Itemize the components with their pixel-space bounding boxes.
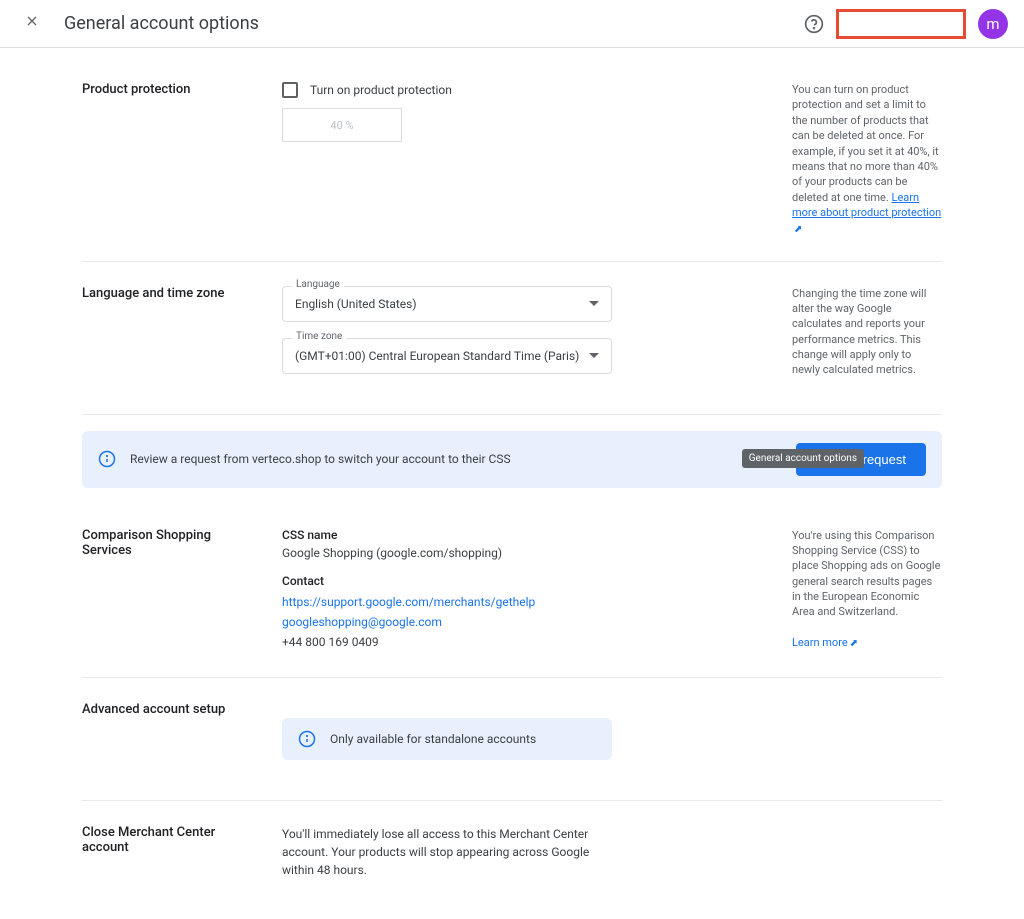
close-account-text: You'll immediately lose all access to th… [282, 825, 622, 879]
section-label: Advanced account setup [82, 702, 262, 776]
section-help-text: Changing the time zone will alter the wa… [792, 286, 942, 390]
chevron-down-icon [589, 353, 599, 358]
section-label: Close Merchant Center account [82, 825, 262, 879]
contact-email-link[interactable]: googleshopping@google.com [282, 615, 442, 629]
css-name-value: Google Shopping (google.com/shopping) [282, 546, 772, 560]
section-main: CSS name Google Shopping (google.com/sho… [282, 528, 772, 653]
percent-input[interactable]: 40 % [282, 108, 402, 142]
advanced-info-banner: Only available for standalone accounts [282, 718, 612, 760]
field-label: Time zone [292, 331, 346, 342]
section-advanced: Advanced account setup Only available fo… [82, 678, 942, 801]
learn-more-link[interactable]: Learn more ⬈ [792, 636, 858, 649]
section-help-text: You can turn on product protection and s… [792, 82, 942, 237]
timezone-select[interactable]: (GMT+01:00) Central European Standard Ti… [282, 338, 612, 374]
close-button[interactable] [16, 5, 48, 42]
select-value: English (United States) [295, 297, 417, 311]
close-icon [24, 13, 40, 29]
external-link-icon: ⬈ [794, 223, 802, 237]
chevron-down-icon [589, 301, 599, 306]
info-icon [98, 450, 116, 468]
content-area: Product protection Turn on product prote… [82, 48, 942, 919]
contact-phone: +44 800 169 0409 [282, 635, 379, 649]
header-actions: m [804, 9, 1008, 39]
highlight-annotation [836, 9, 966, 39]
section-help-text: You're using this Comparison Shopping Se… [792, 528, 942, 653]
language-field-wrap: Language English (United States) [282, 286, 772, 322]
info-icon [298, 730, 316, 748]
contact-label: Contact [282, 574, 772, 588]
section-product-protection: Product protection Turn on product prote… [82, 58, 942, 262]
banner-text: Review a request from verteco.shop to sw… [130, 452, 782, 466]
section-main: Only available for standalone accounts [282, 702, 772, 776]
contact-url-link[interactable]: https://support.google.com/merchants/get… [282, 595, 535, 609]
section-help-text [792, 825, 942, 879]
select-value: (GMT+01:00) Central European Standard Ti… [295, 349, 579, 363]
external-link-icon: ⬈ [850, 637, 858, 651]
language-select[interactable]: English (United States) [282, 286, 612, 322]
page-header: General account options m [0, 0, 1024, 48]
contact-links: https://support.google.com/merchants/get… [282, 592, 772, 653]
section-language-timezone: Language and time zone Language English … [82, 262, 942, 415]
help-text: You're using this Comparison Shopping Se… [792, 529, 940, 619]
banner-text: Only available for standalone accounts [330, 732, 596, 746]
help-text: You can turn on product protection and s… [792, 83, 939, 204]
section-main: You'll immediately lose all access to th… [282, 825, 772, 879]
tooltip-badge: General account options [742, 449, 864, 468]
section-close-account: Close Merchant Center account You'll imm… [82, 801, 942, 879]
timezone-field-wrap: Time zone (GMT+01:00) Central European S… [282, 338, 772, 374]
help-text: Changing the time zone will alter the wa… [792, 287, 926, 377]
section-label: Language and time zone [82, 286, 262, 390]
avatar[interactable]: m [978, 9, 1008, 39]
field-label: Language [292, 279, 344, 290]
product-protection-checkbox[interactable] [282, 82, 298, 98]
css-name-label: CSS name [282, 528, 772, 542]
section-css: Comparison Shopping Services CSS name Go… [82, 504, 942, 678]
section-help-text [792, 702, 942, 776]
checkbox-row: Turn on product protection [282, 82, 772, 98]
section-main: Turn on product protection 40 % [282, 82, 772, 237]
section-label: Comparison Shopping Services [82, 528, 262, 653]
checkbox-label: Turn on product protection [310, 83, 452, 97]
section-main: Language English (United States) Time zo… [282, 286, 772, 390]
help-icon[interactable] [804, 14, 824, 34]
section-label: Product protection [82, 82, 262, 237]
page-title: General account options [64, 13, 804, 34]
